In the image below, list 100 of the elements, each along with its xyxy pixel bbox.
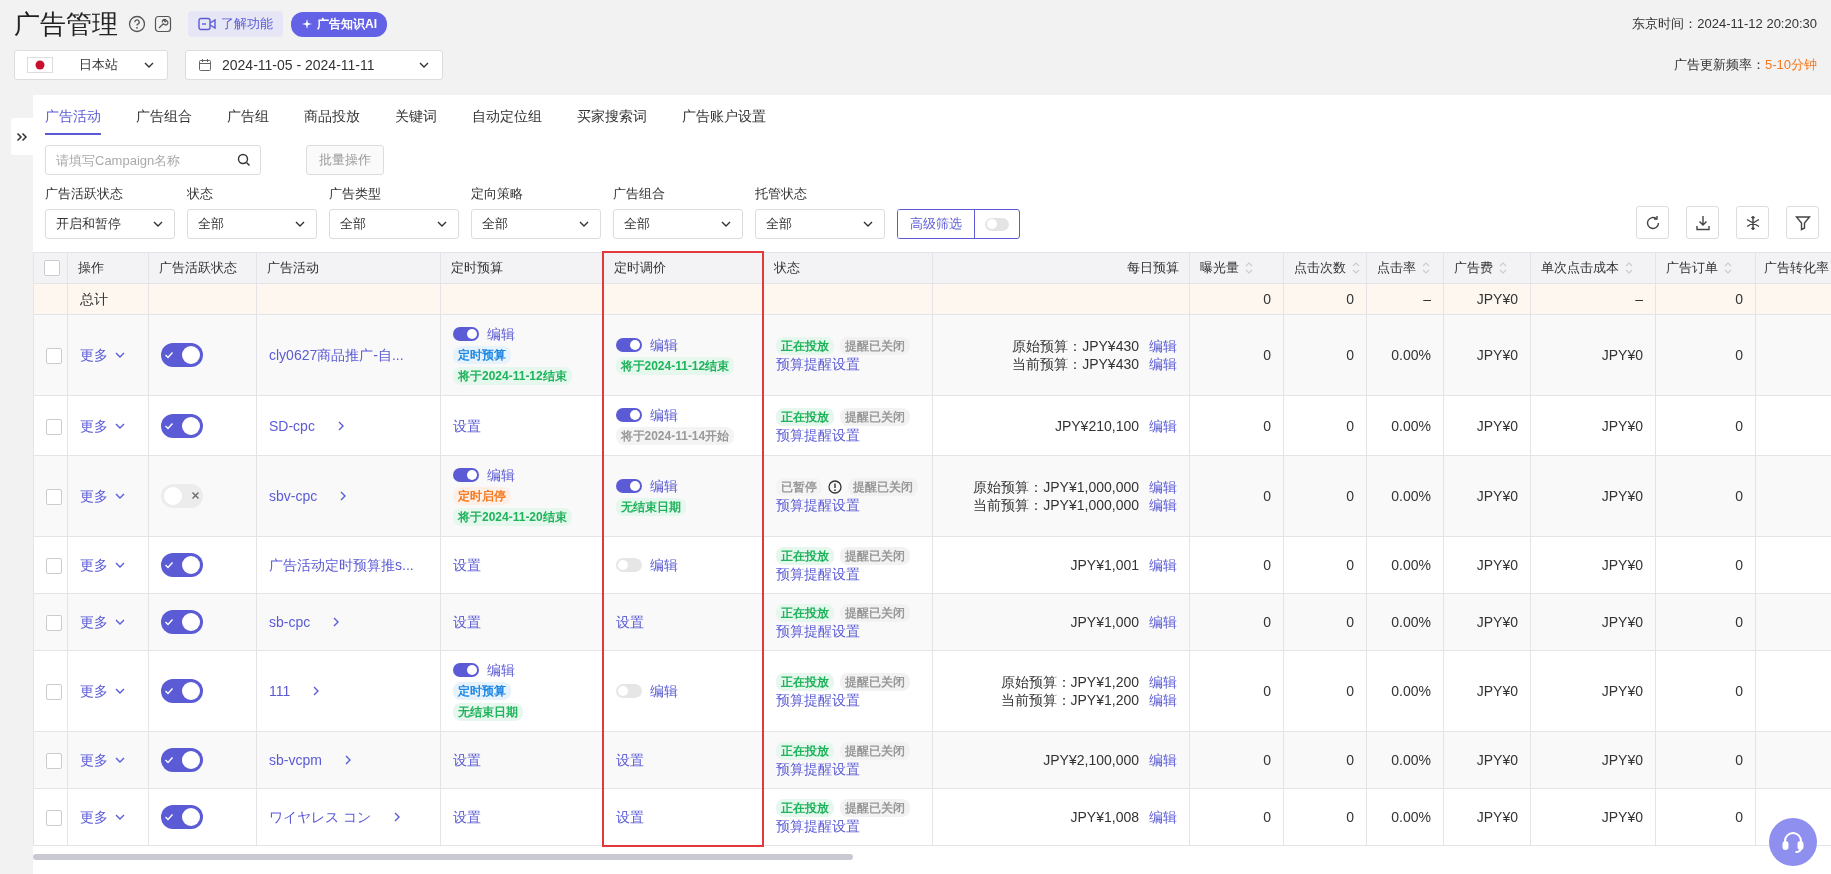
checkbox[interactable]	[44, 260, 60, 277]
toggle-switch[interactable]	[615, 478, 642, 493]
set-link[interactable]: 设置	[453, 614, 481, 630]
toggle-switch[interactable]	[161, 805, 203, 829]
edit-link[interactable]: 编辑	[1149, 673, 1177, 691]
edit-link[interactable]: 编辑	[487, 466, 515, 484]
edit-link[interactable]: 编辑	[649, 406, 678, 424]
campaign-name-link[interactable]: sb-cpc	[269, 613, 311, 631]
chevron-right-icon[interactable]	[343, 754, 352, 766]
edit-link[interactable]: 编辑	[1149, 478, 1177, 496]
edit-link[interactable]: 编辑	[1149, 751, 1177, 769]
tab[interactable]: 广告活动	[45, 108, 101, 135]
edit-link[interactable]: 编辑	[487, 661, 515, 679]
checkbox[interactable]	[46, 615, 62, 632]
campaign-name-link[interactable]: sbv-cpc	[269, 487, 318, 505]
set-link[interactable]: 设置	[615, 808, 644, 825]
toggle-switch[interactable]	[985, 217, 1009, 231]
budget-alert-link[interactable]: 预算提醒设置	[775, 497, 860, 513]
chevron-right-icon[interactable]	[392, 811, 401, 823]
budget-alert-link[interactable]: 预算提醒设置	[775, 426, 860, 443]
toggle-switch[interactable]	[161, 553, 203, 577]
set-link[interactable]: 设置	[453, 809, 481, 825]
toggle-switch[interactable]	[161, 748, 203, 772]
bulk-action-button[interactable]: 批量操作	[306, 145, 384, 175]
campaign-name-link[interactable]: 111	[269, 682, 291, 700]
more-dropdown[interactable]: 更多	[80, 416, 126, 435]
campaign-name-link[interactable]: sb-vcpm	[269, 751, 322, 769]
region-select[interactable]: 日本站	[14, 50, 168, 80]
campaign-name-link[interactable]: ワイヤレス コン	[269, 808, 371, 826]
more-dropdown[interactable]: 更多	[80, 487, 126, 505]
more-dropdown[interactable]: 更多	[80, 751, 126, 769]
edit-link[interactable]: 编辑	[1149, 613, 1177, 631]
toggle-switch[interactable]	[161, 413, 203, 438]
edit-link[interactable]: 编辑	[1149, 355, 1177, 373]
more-dropdown[interactable]: 更多	[80, 613, 126, 631]
budget-alert-link[interactable]: 预算提醒设置	[775, 623, 860, 639]
budget-alert-link[interactable]: 预算提醒设置	[775, 818, 860, 834]
filter-select[interactable]: 全部	[613, 209, 743, 239]
help-icon[interactable]	[128, 15, 146, 33]
set-link[interactable]: 设置	[453, 417, 481, 434]
filter-select[interactable]: 全部	[329, 209, 459, 239]
toggle-switch[interactable]	[615, 684, 642, 698]
set-link[interactable]: 设置	[615, 752, 644, 768]
checkbox[interactable]	[46, 753, 62, 770]
more-dropdown[interactable]: 更多	[80, 682, 126, 700]
edit-link[interactable]: 编辑	[649, 476, 678, 495]
more-dropdown[interactable]: 更多	[80, 808, 126, 826]
chevron-right-icon[interactable]	[332, 616, 341, 628]
edit-link[interactable]: 编辑	[1149, 556, 1177, 574]
tab[interactable]: 自动定位组	[472, 108, 542, 135]
edit-link[interactable]: 编辑	[1149, 691, 1177, 709]
download-icon[interactable]	[1686, 206, 1719, 239]
filter-select[interactable]: 全部	[755, 209, 885, 239]
checkbox[interactable]	[46, 684, 62, 701]
tab[interactable]: 关键词	[395, 108, 437, 135]
checkbox[interactable]	[46, 348, 62, 365]
edit-link[interactable]: 编辑	[1149, 337, 1177, 355]
wrench-icon[interactable]	[154, 15, 172, 33]
edit-link[interactable]: 编辑	[649, 556, 678, 574]
toggle-switch[interactable]	[615, 337, 642, 352]
filter-select[interactable]: 全部	[187, 209, 317, 239]
toggle-switch[interactable]	[453, 663, 479, 677]
filter-icon[interactable]	[1786, 206, 1819, 239]
toggle-switch[interactable]	[453, 468, 479, 482]
set-link[interactable]: 设置	[453, 752, 481, 768]
toggle-switch[interactable]	[161, 610, 203, 634]
filter-select[interactable]: 开启和暂停	[45, 209, 175, 239]
sidebar-expand-button[interactable]	[11, 118, 33, 155]
edit-link[interactable]: 编辑	[1149, 808, 1177, 826]
advanced-filter-button[interactable]: 高级筛选	[898, 210, 975, 238]
filter-select[interactable]: 全部	[471, 209, 601, 239]
edit-link[interactable]: 编辑	[649, 682, 678, 700]
ai-button[interactable]: 广告知识AI	[291, 11, 387, 37]
edit-link[interactable]: 编辑	[1149, 416, 1177, 435]
checkbox[interactable]	[46, 418, 62, 435]
refresh-icon[interactable]	[1636, 206, 1669, 239]
campaign-name-link[interactable]: SD-cpc	[269, 416, 315, 435]
chevron-right-icon[interactable]	[312, 685, 321, 697]
warning-icon[interactable]	[827, 480, 842, 494]
toggle-switch[interactable]	[161, 343, 203, 367]
budget-alert-link[interactable]: 预算提醒设置	[775, 692, 860, 708]
campaign-name-link[interactable]: cly0627商品推广-自...	[269, 346, 404, 364]
date-range-select[interactable]: 2024-11-05 - 2024-11-11	[185, 50, 443, 80]
edit-link[interactable]: 编辑	[487, 325, 515, 343]
budget-alert-link[interactable]: 预算提醒设置	[775, 566, 860, 582]
chevron-right-icon[interactable]	[339, 490, 348, 502]
budget-alert-link[interactable]: 预算提醒设置	[775, 761, 860, 777]
set-link[interactable]: 设置	[453, 557, 481, 573]
more-dropdown[interactable]: 更多	[80, 346, 126, 364]
set-link[interactable]: 设置	[615, 614, 644, 630]
toggle-switch[interactable]	[161, 679, 203, 703]
budget-alert-link[interactable]: 预算提醒设置	[775, 356, 860, 372]
checkbox[interactable]	[46, 810, 62, 827]
scrollbar[interactable]	[33, 854, 853, 860]
toggle-switch[interactable]	[161, 483, 203, 508]
edit-link[interactable]: 编辑	[649, 335, 678, 354]
edit-link[interactable]: 编辑	[1149, 496, 1177, 514]
tab[interactable]: 广告组	[227, 108, 269, 135]
toggle-switch[interactable]	[615, 408, 642, 422]
more-dropdown[interactable]: 更多	[80, 556, 126, 574]
